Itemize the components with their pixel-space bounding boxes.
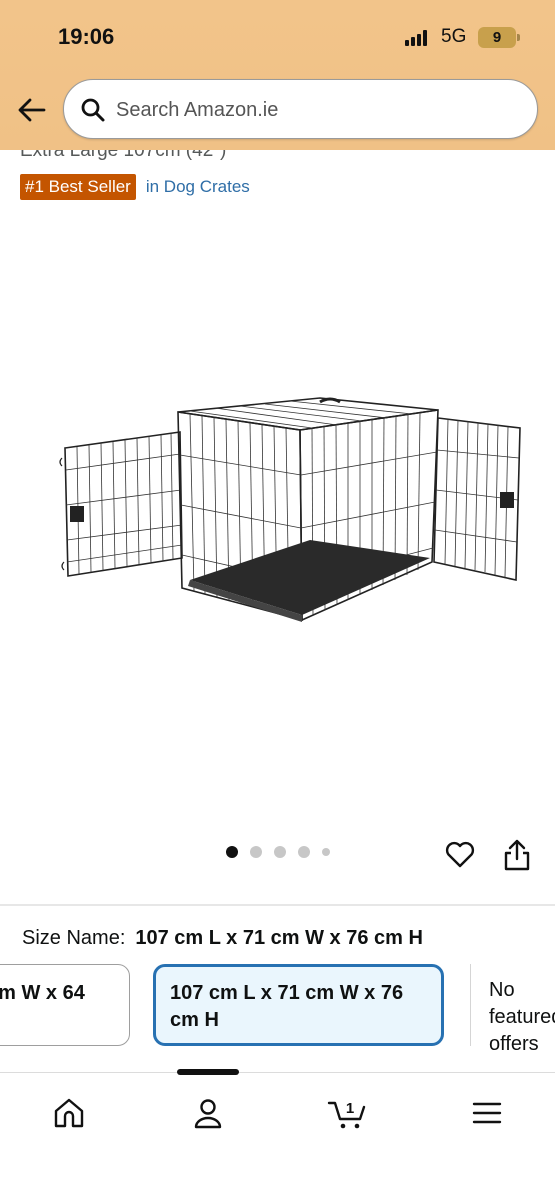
size-option[interactable]: cm W x 64: [0, 964, 130, 1046]
top-header: 19:06 5G 9: [0, 0, 555, 150]
share-icon: [504, 839, 530, 871]
back-button[interactable]: [14, 92, 50, 128]
search-icon: [81, 98, 105, 122]
menu-icon: [472, 1102, 502, 1124]
size-option-text: 107 cm L x 71 cm W x 76 cm H: [170, 982, 404, 1031]
size-option-text: cm W x 64: [0, 982, 85, 1004]
nav-home[interactable]: [51, 1095, 87, 1131]
image-carousel-dots[interactable]: [226, 846, 342, 858]
nav-account[interactable]: [190, 1095, 226, 1131]
product-page: 19:06 5G 9 Extra Large 107cm (42") #1 Be…: [0, 0, 555, 1200]
category-link[interactable]: in Dog Crates: [146, 177, 250, 197]
size-option[interactable]: No featured offers: [470, 964, 555, 1055]
carousel-dot[interactable]: [226, 846, 238, 858]
carousel-dot[interactable]: [250, 846, 262, 858]
best-seller-badge[interactable]: #1 Best Seller: [20, 174, 136, 200]
size-label: Size Name:: [22, 927, 126, 949]
share-button[interactable]: [502, 838, 532, 872]
product-image[interactable]: [20, 330, 535, 670]
bottom-navigation: 1: [0, 1069, 555, 1200]
home-icon: [54, 1098, 84, 1128]
size-option-text: No featured offers: [489, 979, 555, 1055]
drag-handle[interactable]: [177, 1069, 239, 1075]
size-selector-header: Size Name: 107 cm L x 71 cm W x 76 cm H: [22, 927, 423, 950]
left-door: [59, 431, 183, 577]
heart-icon: [445, 841, 475, 868]
cart-count: 1: [346, 1100, 354, 1117]
search-input[interactable]: [116, 90, 516, 130]
crate-body: [177, 397, 439, 622]
account-icon: [194, 1099, 222, 1129]
section-divider: [0, 904, 555, 906]
nav-menu[interactable]: [469, 1095, 505, 1131]
size-selected-value: 107 cm L x 71 cm W x 76 cm H: [135, 927, 423, 949]
carousel-dot[interactable]: [274, 846, 286, 858]
right-door: [433, 417, 521, 581]
carousel-dot[interactable]: [298, 846, 310, 858]
battery-icon: 9: [478, 27, 520, 48]
wishlist-button[interactable]: [444, 838, 476, 870]
best-seller-row: #1 Best Seller in Dog Crates: [20, 174, 250, 200]
size-option-selected[interactable]: 107 cm L x 71 cm W x 76 cm H: [153, 964, 444, 1046]
signal-icon: [405, 30, 431, 46]
cart-icon: 1: [327, 1100, 366, 1129]
carousel-dot[interactable]: [322, 848, 330, 856]
status-time: 19:06: [58, 24, 115, 49]
network-type: 5G: [441, 26, 467, 47]
search-bar[interactable]: [63, 79, 538, 139]
arrow-left-icon: [18, 98, 46, 122]
nav-cart[interactable]: 1: [327, 1095, 367, 1131]
